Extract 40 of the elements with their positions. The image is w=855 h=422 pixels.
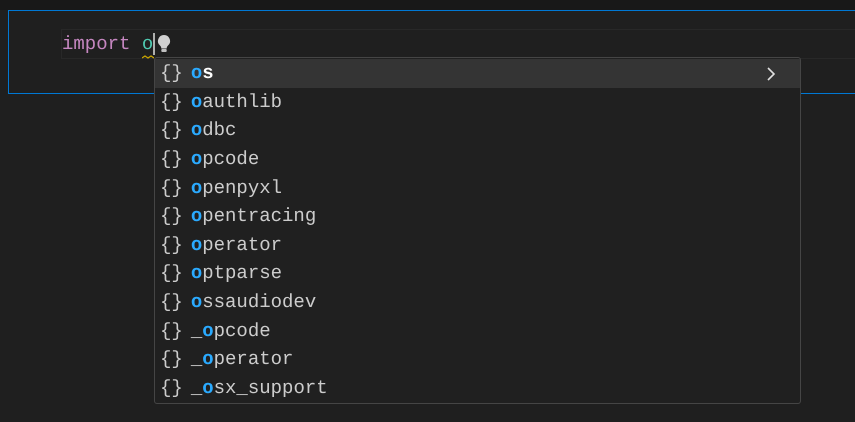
suggestion-item[interactable]: {} optparse: [155, 259, 800, 288]
chevron-icon[interactable]: [766, 67, 776, 81]
module-icon: {}: [160, 348, 183, 370]
module-icon: {}: [160, 291, 183, 314]
suggestion-item[interactable]: {} operator: [155, 230, 800, 260]
module-icon: {}: [160, 119, 183, 142]
suggestion-item[interactable]: {} oauthlib: [155, 88, 800, 116]
module-icon: {}: [160, 234, 183, 256]
suggestion-item[interactable]: {} opentracing: [155, 202, 800, 231]
code-line: import o: [62, 33, 154, 55]
suggestion-item[interactable]: {} _opcode: [155, 316, 800, 345]
module-icon: {}: [160, 320, 183, 342]
suggestion-item[interactable]: {} openpyxl: [155, 173, 800, 202]
suggestion-label: openpyxl: [190, 176, 282, 199]
suggestion-label: odbc: [190, 119, 236, 142]
suggestion-label: _opcode: [190, 320, 271, 342]
suggestion-item[interactable]: {} odbc: [155, 116, 800, 145]
module-icon: {}: [160, 205, 183, 228]
suggestion-item[interactable]: {} _osx_support: [155, 374, 800, 402]
lightbulb-icon[interactable]: [157, 34, 172, 54]
suggestion-label: _operator: [190, 348, 294, 370]
module-icon: {}: [160, 90, 183, 113]
module-icon: {}: [160, 376, 183, 399]
suggestion-label: _osx_support: [190, 376, 328, 399]
suggestion-label: opentracing: [190, 205, 316, 228]
suggestion-item[interactable]: {} _operator: [155, 344, 800, 374]
suggestion-item[interactable]: {} os: [155, 59, 800, 88]
module-icon: {}: [160, 62, 183, 84]
module-icon: {}: [160, 262, 183, 284]
module-icon: {}: [160, 176, 183, 199]
module-icon: {}: [160, 148, 183, 170]
suggestion-label: optparse: [190, 262, 282, 284]
suggestion-label: opcode: [190, 148, 260, 170]
suggestion-label: os: [190, 62, 214, 84]
suggestion-item[interactable]: {} ossaudiodev: [155, 288, 800, 316]
suggestion-label: oauthlib: [190, 90, 282, 113]
suggestion-label: operator: [190, 234, 282, 256]
text-cursor: [153, 33, 156, 55]
suggestion-label: ossaudiodev: [190, 291, 316, 314]
suggestion-item[interactable]: {} opcode: [155, 144, 800, 174]
